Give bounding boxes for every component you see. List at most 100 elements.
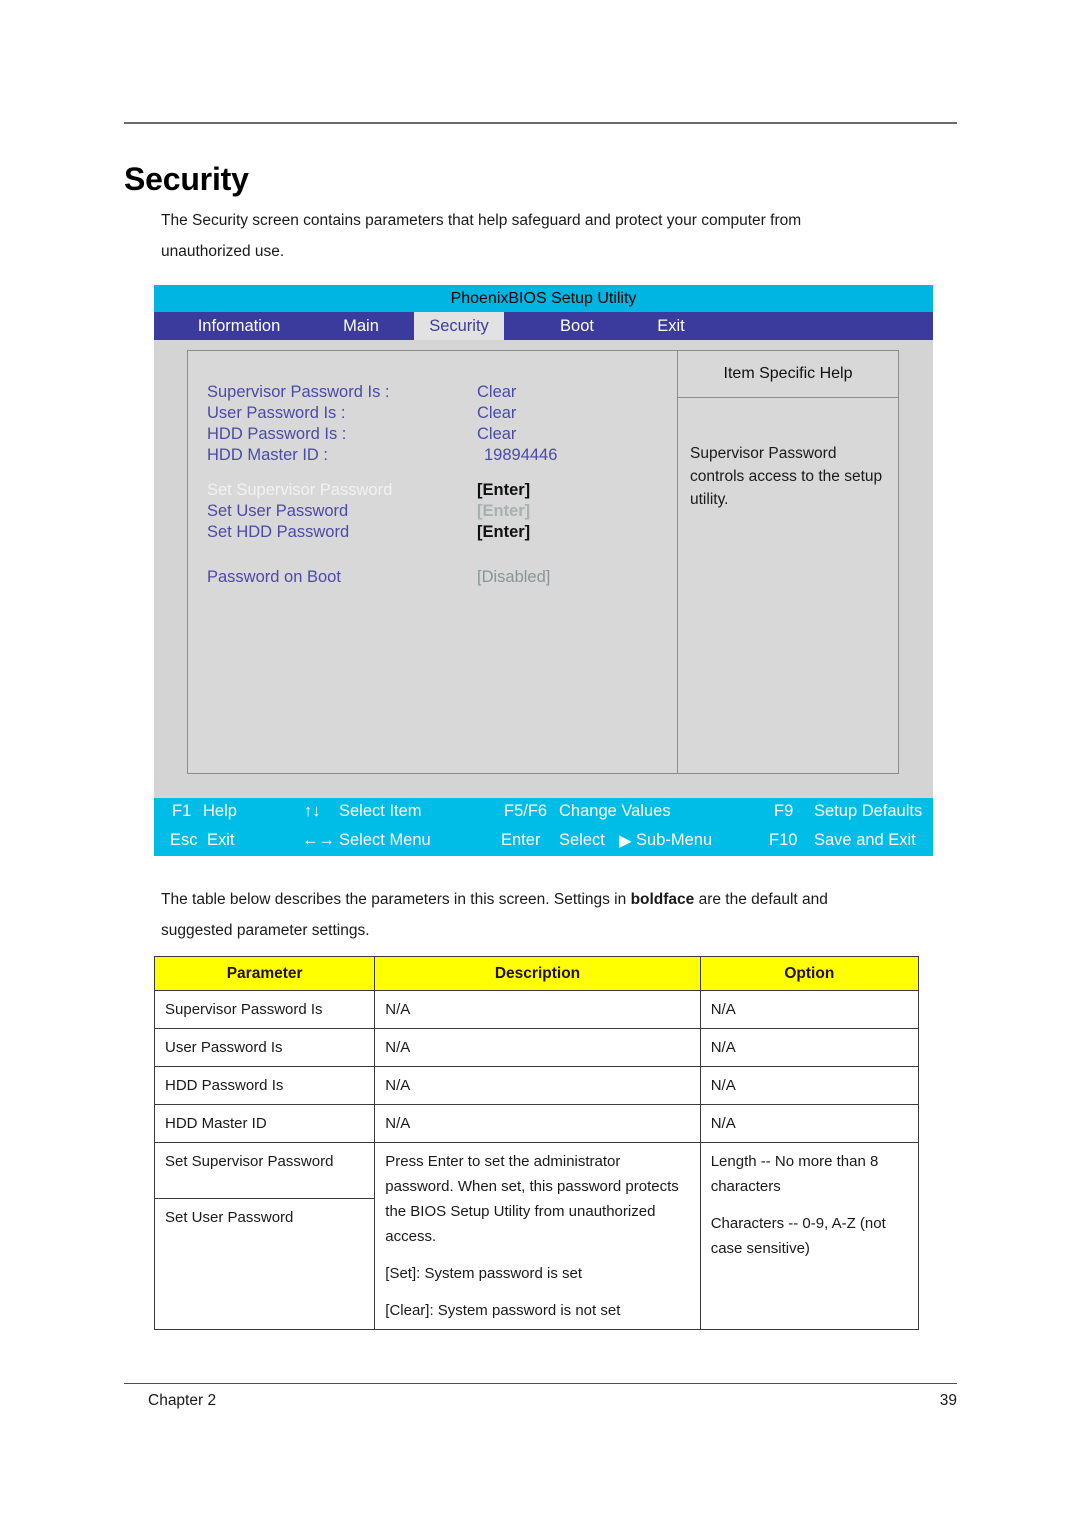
item-specific-help-text: Supervisor Password controls access to t…: [690, 445, 883, 508]
tab-boot[interactable]: Boot: [537, 312, 617, 340]
item-specific-help-title-label: Item Specific Help: [723, 365, 853, 382]
setting-label: Supervisor Password Is :: [207, 383, 390, 401]
key-f9-action: Setup Defaults: [814, 802, 923, 820]
setting-value[interactable]: [Enter]: [477, 481, 530, 500]
setting-row-set-user-password[interactable]: Set User Password [Enter]: [188, 502, 677, 523]
cell-parameter: Set User Password: [153, 1198, 376, 1330]
tab-exit-label: Exit: [657, 316, 685, 335]
table-header-option: Option: [699, 956, 920, 991]
cell-parameter: User Password Is: [153, 1028, 376, 1067]
setting-value: Clear: [477, 383, 517, 401]
setting-row-supervisor-password-is[interactable]: Supervisor Password Is : Clear: [188, 383, 677, 404]
tab-security-label: Security: [429, 316, 489, 335]
settings-spacer: [188, 467, 677, 481]
key-f5-f6-action: Change Values: [559, 802, 671, 820]
table-intro-boldface: boldface: [630, 890, 695, 908]
key-legend-row-1: F1 Help ↑↓ Select Item F5/F6 Change Valu…: [154, 798, 933, 827]
key-select-item-action: Select Item: [339, 802, 422, 820]
setting-label: Set HDD Password: [207, 523, 350, 541]
table-row: HDD Master ID N/A N/A: [153, 1104, 920, 1143]
page-bottom-rule: [124, 1383, 957, 1384]
setting-row-hdd-master-id[interactable]: HDD Master ID : 19894446: [188, 446, 677, 467]
table-row: User Password Is N/A N/A: [153, 1028, 920, 1067]
settings-spacer: [188, 544, 677, 568]
cell-description: N/A: [374, 990, 701, 1029]
tab-security[interactable]: Security: [414, 312, 504, 340]
setting-label: Set Supervisor Password: [207, 481, 393, 499]
cell-parameter: HDD Master ID: [153, 1104, 376, 1143]
key-legend-row-2: Esc Exit ←→ Select Menu Enter Select ▶ S…: [154, 827, 933, 856]
setting-label: Password on Boot: [207, 568, 341, 586]
key-f1-action: Help: [203, 802, 237, 820]
setting-value[interactable]: [Enter]: [477, 502, 530, 521]
setting-row-set-supervisor-password[interactable]: Set Supervisor Password [Enter]: [188, 481, 677, 502]
key-f10[interactable]: F10: [769, 831, 797, 850]
page-top-rule: [124, 122, 957, 124]
table-row: HDD Password Is N/A N/A: [153, 1066, 920, 1105]
tab-main[interactable]: Main: [321, 312, 401, 340]
setting-row-hdd-password-is[interactable]: HDD Password Is : Clear: [188, 425, 677, 446]
bios-settings-panel: Supervisor Password Is : Clear User Pass…: [187, 350, 677, 774]
cell-option: N/A: [699, 1066, 920, 1105]
setting-value: Clear: [477, 425, 517, 443]
setting-label: HDD Master ID :: [207, 446, 329, 464]
key-f10-action: Save and Exit: [814, 831, 916, 849]
setting-value: 19894446: [484, 446, 558, 464]
setting-row-user-password-is[interactable]: User Password Is : Clear: [188, 404, 677, 425]
setting-value: Clear: [477, 404, 517, 422]
table-header-parameter: Parameter: [153, 956, 376, 991]
key-enter-action: Select: [559, 831, 605, 849]
key-esc[interactable]: Esc: [170, 831, 198, 850]
setting-value[interactable]: [Enter]: [477, 523, 530, 542]
cell-option: N/A: [699, 1028, 920, 1067]
bios-settings-list: Supervisor Password Is : Clear User Pass…: [188, 351, 677, 589]
key-select-menu-action: Select Menu: [339, 831, 431, 849]
cell-parameter: Supervisor Password Is: [153, 990, 376, 1029]
key-esc-action: Exit: [207, 831, 235, 849]
setting-value[interactable]: [Disabled]: [477, 568, 550, 587]
item-specific-help-title: Item Specific Help: [678, 351, 898, 398]
footer-chapter-label: Chapter 2: [148, 1392, 217, 1409]
key-leftright-arrows-icon: ←→: [302, 831, 335, 849]
description-line: [Clear]: System password is not set: [385, 1302, 621, 1319]
key-enter[interactable]: Enter: [501, 831, 540, 850]
setting-label: Set User Password: [207, 502, 349, 520]
cell-parameter: Set Supervisor Password: [153, 1142, 376, 1199]
tab-boot-label: Boot: [560, 316, 594, 335]
key-submenu-label: Sub-Menu: [636, 831, 713, 849]
intro-paragraph: The Security screen contains parameters …: [161, 211, 802, 260]
description-line: [Set]: System password is set: [385, 1265, 583, 1282]
cell-description: Press Enter to set the administrator pas…: [374, 1142, 701, 1330]
table-header-description: Description: [374, 956, 701, 991]
table-row: Set Supervisor Password Press Enter to s…: [153, 1142, 920, 1330]
parameters-table: Parameter Description Option Supervisor …: [153, 956, 920, 1330]
bios-tab-bar: Information Main Security Boot Exit: [154, 312, 933, 340]
description-line: Press Enter to set the administrator pas…: [385, 1153, 679, 1245]
tab-main-label: Main: [343, 316, 379, 335]
cell-description: N/A: [374, 1104, 701, 1143]
key-f9[interactable]: F9: [774, 802, 793, 821]
bios-setup-window: PhoenixBIOS Setup Utility Information Ma…: [154, 285, 933, 856]
setting-label: HDD Password Is :: [207, 425, 347, 443]
page-title: Security: [124, 161, 249, 198]
tab-information-label: Information: [197, 316, 281, 335]
option-line: Length -- No more than 8 characters: [710, 1153, 879, 1195]
cell-option: Length -- No more than 8 characters Char…: [699, 1142, 920, 1330]
footer-page-number: 39: [939, 1392, 957, 1409]
table-row: Supervisor Password Is N/A N/A: [153, 990, 920, 1029]
submenu-triangle-icon: ▶: [619, 832, 632, 850]
key-f1[interactable]: F1: [172, 802, 191, 821]
table-intro-paragraph: The table below describes the parameters…: [161, 884, 901, 946]
item-specific-help-panel: Item Specific Help Supervisor Password c…: [677, 350, 899, 774]
setting-row-password-on-boot[interactable]: Password on Boot [Disabled]: [188, 568, 677, 589]
bios-window-titlebar: PhoenixBIOS Setup Utility: [154, 285, 933, 312]
bios-key-legend-bar: F1 Help ↑↓ Select Item F5/F6 Change Valu…: [154, 798, 933, 856]
cell-description: N/A: [374, 1028, 701, 1067]
cell-option: N/A: [699, 990, 920, 1029]
key-updown-arrows-icon: ↑↓: [304, 802, 321, 820]
key-f5-f6[interactable]: F5/F6: [504, 802, 547, 821]
bios-body: Supervisor Password Is : Clear User Pass…: [154, 340, 933, 798]
tab-information[interactable]: Information: [174, 312, 304, 340]
tab-exit[interactable]: Exit: [641, 312, 701, 340]
setting-row-set-hdd-password[interactable]: Set HDD Password [Enter]: [188, 523, 677, 544]
